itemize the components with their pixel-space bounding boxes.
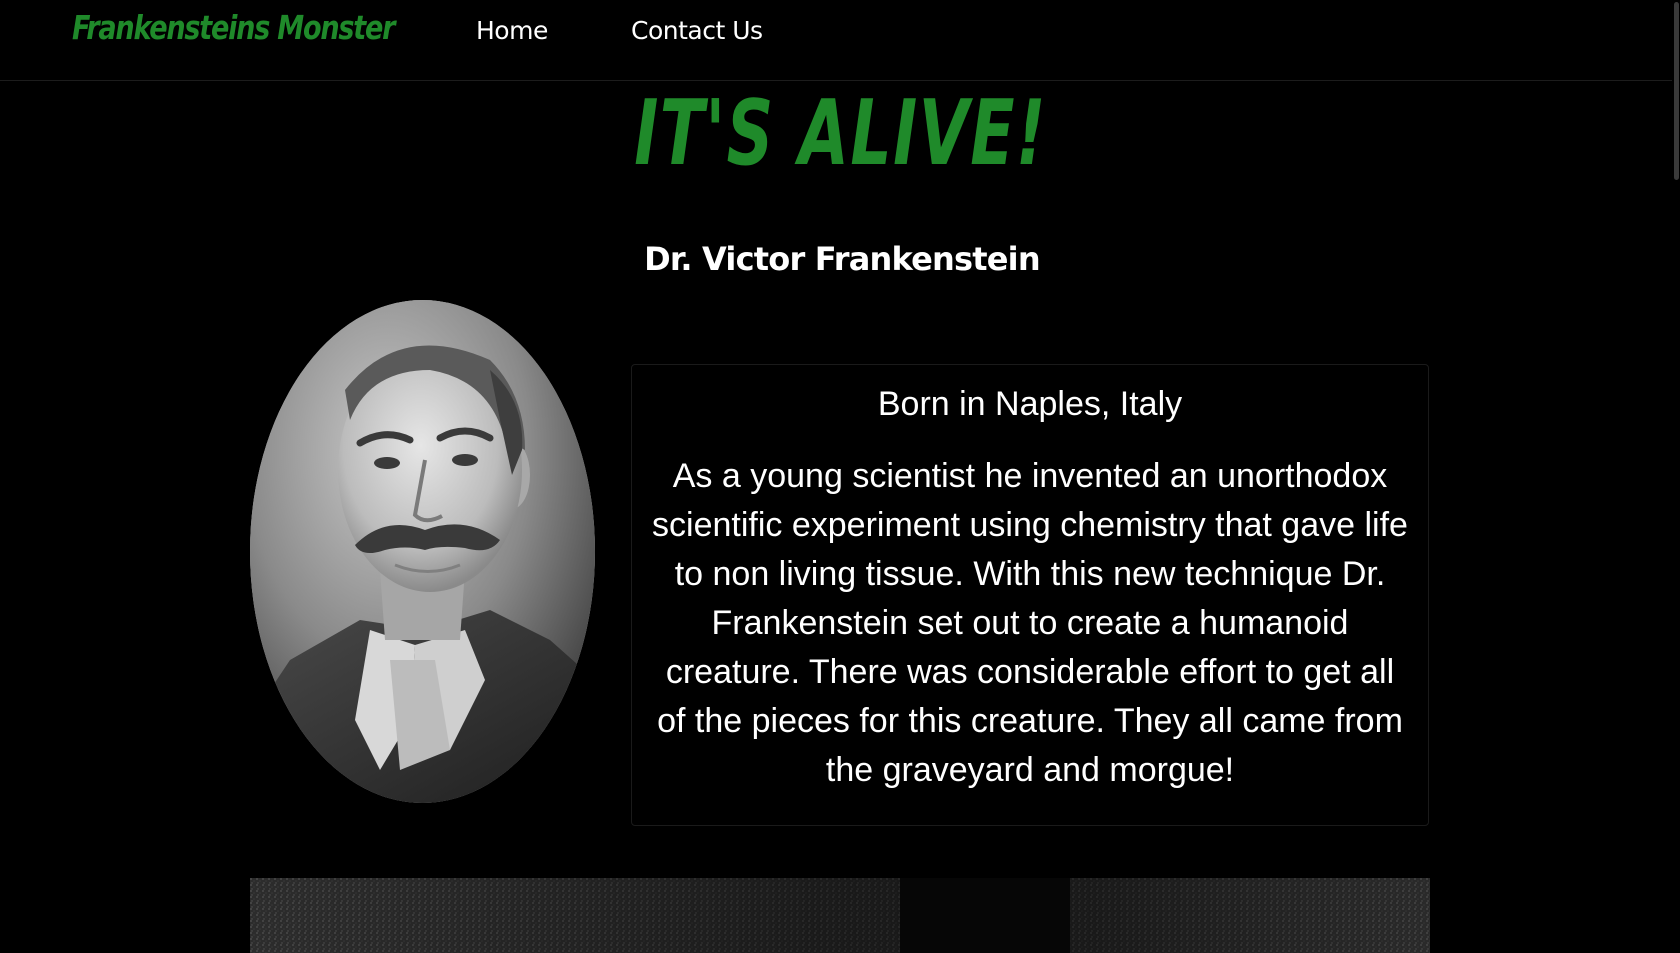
bio-text: As a young scientist he invented an unor…: [652, 457, 1408, 789]
graveyard-image: [250, 878, 1430, 953]
bio-origin: Born in Naples, Italy: [877, 385, 1183, 423]
scrollbar[interactable]: [1672, 0, 1680, 953]
bio-card: Born in Naples, Italy As a young scienti…: [631, 364, 1429, 826]
page-headline: IT'S ALIVE!: [634, 81, 1047, 186]
nav-link-contact-us[interactable]: Contact Us: [631, 16, 763, 45]
scrollbar-thumb[interactable]: [1674, 2, 1679, 180]
nav-link-home[interactable]: Home: [476, 16, 548, 45]
navbar: Frankensteins Monster Home Contact Us: [0, 0, 1672, 81]
brand-logo-link[interactable]: Frankensteins Monster: [72, 8, 395, 47]
page-subheading: Dr. Victor Frankenstein: [644, 240, 1041, 278]
portrait-image: [250, 300, 595, 803]
